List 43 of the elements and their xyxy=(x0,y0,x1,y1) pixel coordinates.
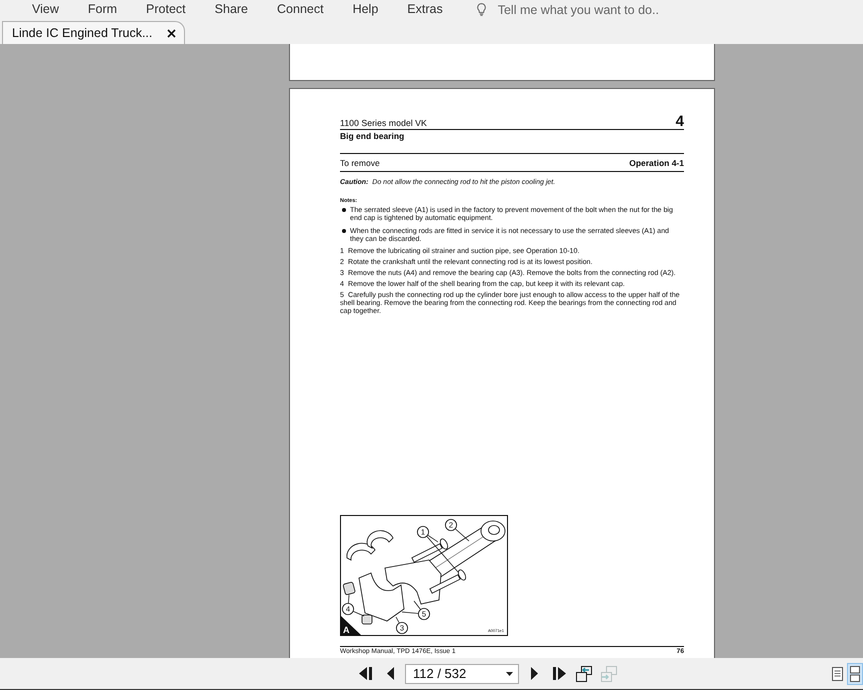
figure-label: A xyxy=(341,616,361,635)
menu-item[interactable]: Form xyxy=(88,2,118,17)
windows-arrow-icon xyxy=(601,666,617,682)
two-pages-icon xyxy=(850,666,860,682)
page-select[interactable]: 112 / 532 xyxy=(405,664,519,684)
procedure-title: To remove xyxy=(340,158,380,168)
leader-line xyxy=(353,611,364,616)
leader-line xyxy=(396,616,400,624)
skip-forward-icon xyxy=(552,667,566,680)
bolt xyxy=(429,570,466,594)
bearing-cap xyxy=(358,572,404,622)
caret-icon xyxy=(506,672,513,676)
bearing-shell xyxy=(346,542,376,560)
bolt xyxy=(411,538,448,563)
triangle-left-icon xyxy=(386,667,394,680)
menu-item[interactable]: Share xyxy=(214,2,248,17)
windows-arrow-icon xyxy=(576,666,592,682)
leader-line xyxy=(402,612,418,614)
section-heading: Big end bearing xyxy=(340,131,404,141)
menu-item[interactable]: Connect xyxy=(277,2,324,17)
document-tab[interactable]: Linde IC Engined Truck... xyxy=(2,21,185,44)
lightbulb-icon xyxy=(476,3,486,16)
document-icon xyxy=(832,666,842,680)
bearing-shell xyxy=(366,530,394,548)
series-title: 1100 Series model VK xyxy=(340,118,427,129)
skip-back-icon xyxy=(358,667,372,680)
bullet-icon xyxy=(342,208,346,212)
bullet-icon xyxy=(342,229,346,233)
leader-line xyxy=(348,594,350,604)
view-mode-button[interactable] xyxy=(847,662,863,684)
menu-item[interactable]: Help xyxy=(352,2,378,17)
chapter-number: 4 xyxy=(676,114,684,129)
menu-item[interactable]: Extras xyxy=(407,2,443,17)
menu-item[interactable]: View xyxy=(32,2,59,17)
close-icon[interactable] xyxy=(167,28,176,38)
menu-item[interactable]: Protect xyxy=(146,2,186,17)
nut xyxy=(342,581,356,596)
leader-line xyxy=(414,600,421,610)
previous-view-button[interactable] xyxy=(574,664,594,684)
tell-me-field[interactable]: Tell me what you want to do.. xyxy=(498,2,698,17)
triangle-right-icon xyxy=(530,667,538,680)
operation-number: Operation 4-1 xyxy=(629,158,684,168)
nut xyxy=(362,614,372,624)
